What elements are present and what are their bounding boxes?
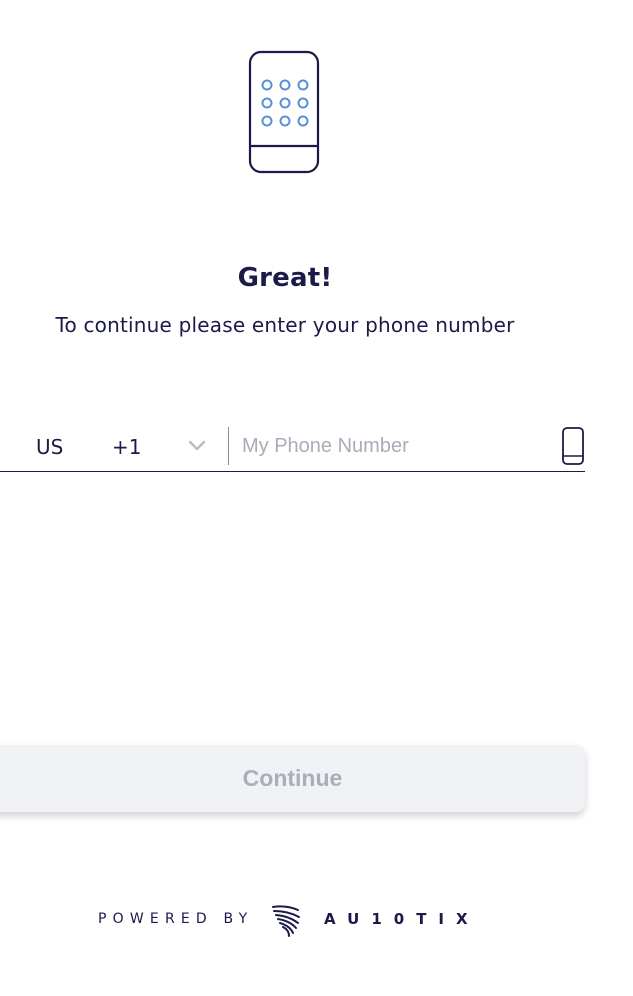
brand-name: AU10TIX	[324, 910, 480, 928]
phone-number-field: US +1	[0, 421, 585, 472]
dial-code: +1	[112, 435, 142, 459]
phone-keypad-icon	[248, 50, 320, 174]
country-code-dropdown[interactable]: US +1	[0, 421, 226, 471]
powered-by-label: POWERED BY	[98, 911, 254, 927]
field-divider	[228, 427, 229, 465]
continue-button[interactable]: Continue	[0, 745, 585, 812]
country-code: US	[36, 435, 64, 459]
au10tix-logo-icon	[272, 905, 300, 937]
mobile-phone-icon	[562, 427, 584, 465]
page-title: Great!	[237, 263, 333, 293]
phone-number-input[interactable]	[242, 429, 542, 463]
chevron-down-icon[interactable]	[186, 438, 208, 454]
powered-by-footer: POWERED BY AU10TIX	[98, 900, 488, 940]
page-subtitle: To continue please enter your phone numb…	[55, 313, 515, 337]
